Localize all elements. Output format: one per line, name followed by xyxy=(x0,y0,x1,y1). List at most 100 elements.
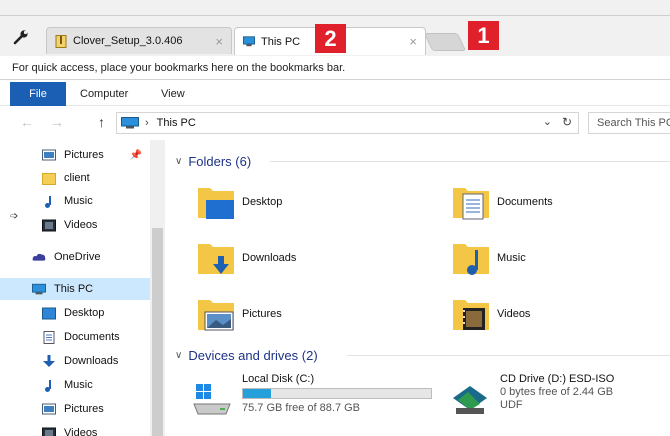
nav-item-documents[interactable]: Documents xyxy=(0,326,150,348)
nav-item-label: Videos xyxy=(64,219,98,231)
new-tab-button[interactable] xyxy=(423,33,467,51)
folder-documents[interactable]: Documents xyxy=(451,180,631,224)
nav-item-label: Downloads xyxy=(64,355,119,367)
window-top-border xyxy=(0,15,670,16)
chevron-down-icon[interactable]: ∨ xyxy=(175,156,182,167)
refresh-icon[interactable]: ↻ xyxy=(562,115,572,129)
folder-downloads[interactable]: Downloads xyxy=(196,236,376,280)
wrench-icon[interactable] xyxy=(12,28,30,46)
music-icon xyxy=(45,379,51,392)
desktop-icon xyxy=(42,307,56,319)
folder-label: Pictures xyxy=(242,308,282,320)
ribbon-tabs: File Computer View xyxy=(0,82,670,106)
nav-item-label: Pictures xyxy=(64,403,104,415)
bookmarks-bar: For quick access, place your bookmarks h… xyxy=(0,56,670,80)
nav-item-label: OneDrive xyxy=(54,251,101,263)
this-pc-icon xyxy=(32,283,46,294)
music-folder-icon xyxy=(453,244,489,275)
breadcrumb-this-pc[interactable]: This PC xyxy=(157,117,196,129)
folder-label: Videos xyxy=(497,308,531,320)
navigation-pane: Pictures 📌 client Music Videos OneDrive … xyxy=(0,140,165,436)
drives-group-header[interactable]: ∨ Devices and drives (2) xyxy=(175,346,670,364)
nav-item-label: Desktop xyxy=(64,307,105,319)
nav-item-this-pc[interactable]: This PC xyxy=(0,278,150,300)
onedrive-icon xyxy=(32,253,46,261)
desktop-folder-icon xyxy=(198,188,234,219)
drag-cursor-icon: ➩ xyxy=(10,211,19,222)
up-arrow-icon[interactable]: ↑ xyxy=(98,114,105,130)
downloads-folder-icon xyxy=(198,244,234,274)
close-icon[interactable]: × xyxy=(215,34,223,49)
ribbon-tab-file[interactable]: File xyxy=(10,82,66,106)
folder-label: Documents xyxy=(497,196,553,208)
windows-drive-icon xyxy=(193,384,231,415)
group-divider xyxy=(270,161,670,162)
pictures-icon xyxy=(42,149,56,160)
scrollbar-thumb[interactable] xyxy=(152,228,163,436)
nav-pane-scrollbar[interactable] xyxy=(150,140,165,436)
drive-usage-bar xyxy=(242,388,432,399)
chevron-down-icon[interactable]: ∨ xyxy=(175,350,182,361)
nav-item-label: client xyxy=(64,172,90,184)
address-row: ← → ↑ › This PC ⌄ ↻ Search This PC xyxy=(0,108,670,138)
drive-label: Local Disk (C:) xyxy=(242,373,315,385)
nav-item-videos[interactable]: Videos xyxy=(0,422,150,436)
folder-videos[interactable]: Videos xyxy=(451,292,631,336)
ribbon-tab-view[interactable]: View xyxy=(161,82,185,106)
browser-tab-strip: Clover_Setup_3.0.406 × This PC × 2 1 xyxy=(0,0,670,58)
drive-filesystem: UDF xyxy=(500,399,523,411)
archive-file-icon xyxy=(55,34,67,48)
drives-group-title: Devices and drives (2) xyxy=(188,347,318,363)
folder-label: Downloads xyxy=(242,252,297,264)
drive-label: CD Drive (D:) ESD-ISO xyxy=(500,373,615,385)
nav-item-label: This PC xyxy=(54,283,94,295)
drive-local-disk-c[interactable]: Local Disk (C:) 75.7 GB free of 88.7 GB xyxy=(192,372,432,422)
drive-usage-fill xyxy=(243,389,271,398)
nav-item-label: Documents xyxy=(64,331,120,343)
forward-arrow-icon[interactable]: → xyxy=(50,114,64,130)
annotation-badge-2: 2 xyxy=(315,24,346,53)
pictures-folder-icon xyxy=(198,300,234,331)
nav-item-music-quick[interactable]: Music xyxy=(0,190,150,212)
nav-item-desktop[interactable]: Desktop xyxy=(0,302,150,324)
nav-item-pictures-quick[interactable]: Pictures 📌 xyxy=(0,144,150,166)
close-icon[interactable]: × xyxy=(409,34,417,49)
nav-item-label: Pictures xyxy=(64,149,104,161)
pictures-icon xyxy=(42,403,56,414)
nav-item-client[interactable]: client xyxy=(0,167,150,189)
folder-label: Music xyxy=(497,252,526,264)
nav-item-label: Videos xyxy=(64,427,98,436)
folder-music[interactable]: Music xyxy=(451,236,631,280)
nav-item-music[interactable]: Music xyxy=(0,374,150,396)
cd-drive-icon xyxy=(453,386,487,414)
drive-cd-d[interactable]: CD Drive (D:) ESD-ISO 0 bytes free of 2.… xyxy=(450,372,614,422)
annotation-badge-1: 1 xyxy=(468,21,499,50)
folder-icon xyxy=(42,172,56,185)
downloads-icon xyxy=(43,354,55,367)
music-icon xyxy=(45,195,51,208)
ribbon-tab-computer[interactable]: Computer xyxy=(80,82,128,106)
videos-folder-icon xyxy=(453,300,489,330)
tab-clover-setup[interactable]: Clover_Setup_3.0.406 × xyxy=(46,27,232,54)
drive-free-space: 0 bytes free of 2.44 GB xyxy=(500,386,614,398)
chevron-down-icon[interactable]: ⌄ xyxy=(543,115,552,128)
documents-icon xyxy=(43,330,55,344)
nav-item-downloads[interactable]: Downloads xyxy=(0,350,150,372)
folders-group-header[interactable]: ∨ Folders (6) xyxy=(175,152,670,170)
folder-label: Desktop xyxy=(242,196,283,208)
breadcrumb-chevron-icon[interactable]: › xyxy=(145,117,149,129)
folder-pictures[interactable]: Pictures xyxy=(196,292,376,336)
tab-label: Clover_Setup_3.0.406 xyxy=(73,35,183,47)
nav-item-label: Music xyxy=(64,379,93,391)
nav-item-pictures[interactable]: Pictures xyxy=(0,398,150,420)
folder-desktop[interactable]: Desktop xyxy=(196,180,376,224)
pin-icon[interactable]: 📌 xyxy=(130,150,142,161)
address-bar[interactable]: › This PC ⌄ ↻ xyxy=(116,112,579,134)
nav-item-onedrive[interactable]: OneDrive xyxy=(0,246,150,268)
computer-icon xyxy=(243,36,255,47)
folders-group-title: Folders (6) xyxy=(188,153,252,169)
videos-icon xyxy=(42,427,56,436)
search-input[interactable]: Search This PC xyxy=(588,112,670,134)
back-arrow-icon[interactable]: ← xyxy=(20,114,34,130)
nav-item-videos-quick[interactable]: Videos xyxy=(0,214,150,236)
